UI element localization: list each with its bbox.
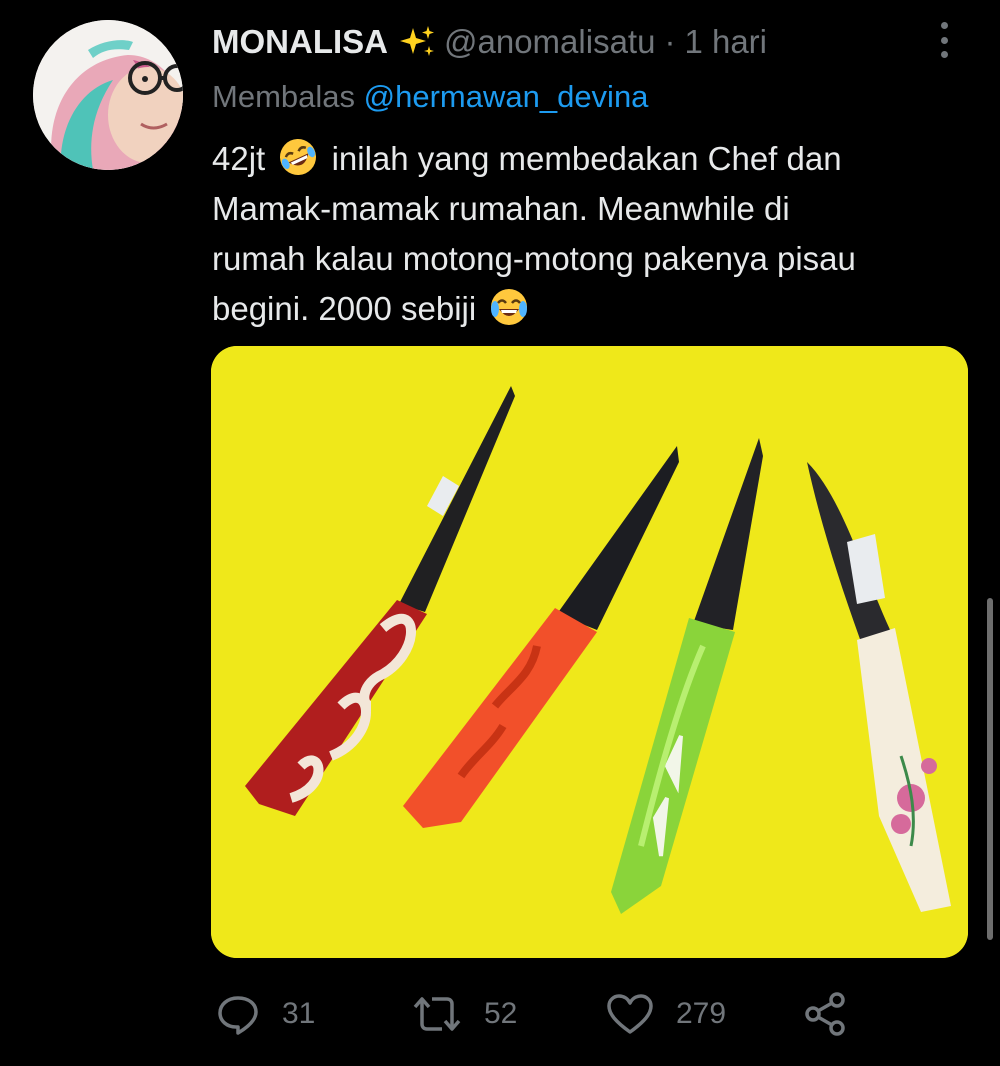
avatar[interactable]	[33, 20, 183, 170]
tweet-actions: 31 52 279	[0, 988, 1000, 1040]
tweet-media-image[interactable]	[211, 346, 968, 958]
reply-prefix: Membalas	[212, 79, 355, 114]
reply-context: Membalas @hermawan_devina	[212, 77, 648, 117]
author-name[interactable]: MONALISA	[212, 22, 388, 62]
sparkles-icon	[400, 24, 436, 60]
tweet-header: MONALISA @anomalisatu · 1 hari	[212, 22, 767, 62]
reply-button[interactable]: 31	[216, 988, 315, 1040]
tweet-text-line-3: rumah kalau motong-motong pakenya pisau	[212, 240, 856, 277]
share-icon	[805, 992, 845, 1036]
tweet-text-line-4-text: begini. 2000 sebiji	[212, 290, 477, 327]
scrollbar[interactable]	[987, 598, 993, 940]
tweet-timestamp[interactable]: 1 hari	[684, 22, 767, 62]
retweet-icon	[413, 997, 461, 1031]
tweet-text-line-1-rest: inilah yang membedakan Chef dan	[331, 140, 842, 177]
like-icon	[607, 994, 653, 1034]
tweet-text-amount: 42jt	[212, 140, 266, 177]
retweet-button[interactable]: 52	[412, 988, 517, 1040]
like-button[interactable]: 279	[606, 988, 726, 1040]
author-handle[interactable]: @anomalisatu	[444, 22, 655, 62]
knives-photo	[211, 346, 968, 958]
tears-of-joy-emoji-icon	[489, 287, 529, 327]
header-separator: ·	[664, 23, 676, 60]
retweet-count: 52	[484, 997, 518, 1030]
rofl-emoji-icon	[278, 137, 318, 177]
tweet-text: 42jt inilah yang membedakan Chef dan Mam	[212, 134, 972, 334]
tweet-text-line-1: 42jt inilah yang membedakan Chef dan	[212, 134, 972, 184]
tweet-text-line-4: begini. 2000 sebiji	[212, 284, 972, 334]
reply-icon	[218, 996, 258, 1035]
like-count: 279	[676, 997, 727, 1030]
reply-count: 31	[282, 997, 316, 1030]
share-button[interactable]	[804, 988, 850, 1040]
avatar-image	[33, 20, 183, 170]
more-icon[interactable]	[932, 18, 956, 62]
tweet-text-line-2: Mamak-mamak rumahan. Meanwhile di	[212, 190, 790, 227]
reply-mention-link[interactable]: @hermawan_devina	[364, 79, 649, 114]
tweet: MONALISA @anomalisatu · 1 hari Membalas …	[0, 0, 1000, 1066]
